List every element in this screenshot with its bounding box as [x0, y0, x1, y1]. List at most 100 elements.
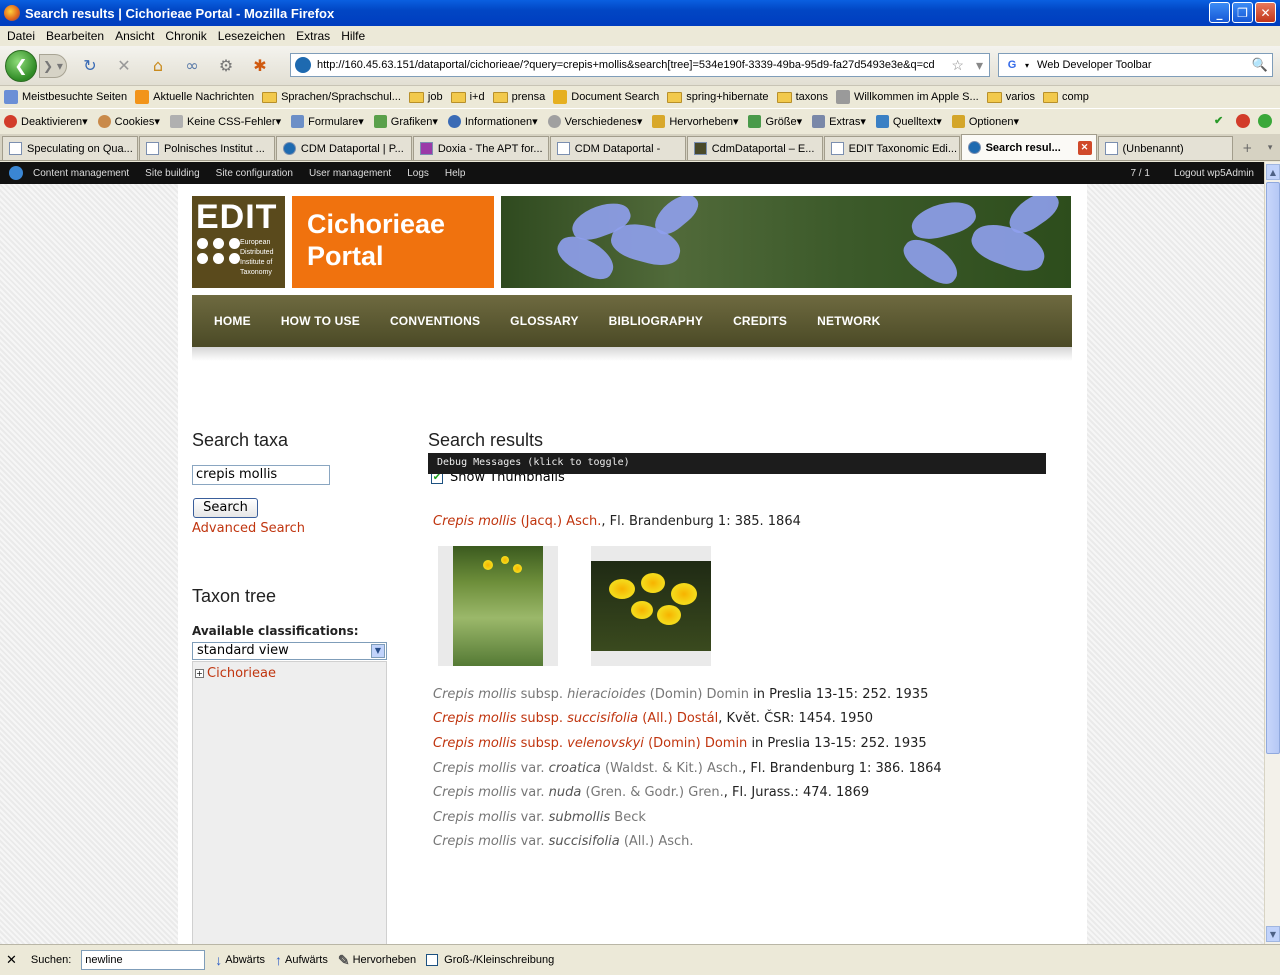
address-bar[interactable]: http://160.45.63.151/dataportal/cichorie…	[290, 53, 990, 77]
tab-7[interactable]: EDIT Taxonomic Edi...	[823, 136, 960, 160]
error-icon[interactable]	[1236, 114, 1250, 128]
bookmark-item[interactable]: Document Search	[553, 90, 659, 104]
google-icon[interactable]: G	[1003, 56, 1021, 74]
menu-ansicht[interactable]: Ansicht	[115, 29, 154, 43]
stop-icon[interactable]: ✕	[113, 55, 135, 77]
result-main-link[interactable]: Crepis mollis (Jacq.) Asch.	[433, 514, 601, 529]
gear-icon[interactable]: ⚙	[215, 55, 237, 77]
result-row[interactable]: Crepis mollis subsp. hieracioides (Domin…	[433, 687, 928, 702]
reload-icon[interactable]: ↻	[79, 55, 101, 77]
new-tab-icon[interactable]: +	[1234, 136, 1260, 160]
bookmark-star-icon[interactable]: ☆	[951, 57, 964, 74]
admin-site-building[interactable]: Site building	[145, 168, 199, 179]
tab-3[interactable]: CDM Dataportal | P...	[275, 136, 412, 160]
wd-images[interactable]: Grafiken▾	[373, 115, 438, 128]
nav-conventions[interactable]: CONVENTIONS	[390, 314, 480, 328]
match-case-checkbox[interactable]: Groß-/Kleinschreibung	[426, 954, 554, 966]
result-row[interactable]: Crepis mollis subsp. velenovskyi (Domin)…	[433, 736, 927, 751]
thumbnail-2[interactable]	[591, 546, 711, 666]
tab-1[interactable]: Speculating on Qua...	[2, 136, 138, 160]
admin-content-management[interactable]: Content management	[33, 168, 129, 179]
admin-site-configuration[interactable]: Site configuration	[216, 168, 293, 179]
result-row[interactable]: Crepis mollis var. succisifolia (All.) A…	[433, 834, 694, 849]
nav-credits[interactable]: CREDITS	[733, 314, 787, 328]
nav-bibliography[interactable]: BIBLIOGRAPHY	[609, 314, 703, 328]
nav-how-to-use[interactable]: HOW TO USE	[281, 314, 360, 328]
minimize-button[interactable]: _	[1209, 2, 1230, 23]
tab-9[interactable]: (Unbenannt)	[1097, 136, 1234, 160]
scroll-up-icon[interactable]: ▲	[1266, 164, 1280, 180]
advanced-search-link[interactable]: Advanced Search	[192, 521, 305, 536]
wd-options[interactable]: Optionen▾	[951, 115, 1019, 128]
page-scrollbar[interactable]: ▲ ▼	[1264, 162, 1280, 944]
find-next-button[interactable]: ↓ Abwärts	[215, 952, 265, 968]
chevron-down-icon[interactable]: ▼	[371, 644, 385, 658]
valid-check-icon[interactable]: ✔	[1214, 114, 1228, 128]
bookmark-item[interactable]: Willkommen im Apple S...	[835, 90, 979, 104]
maximize-button[interactable]: ❐	[1232, 2, 1253, 23]
thumbnail-1[interactable]	[438, 546, 558, 666]
back-button[interactable]: ❮	[5, 49, 37, 82]
site-title[interactable]: Cichorieae Portal	[292, 196, 494, 288]
bookmark-folder[interactable]: Sprachen/Sprachschul...	[262, 91, 401, 103]
wd-outline[interactable]: Hervorheben▾	[652, 115, 738, 128]
scroll-down-icon[interactable]: ▼	[1266, 926, 1280, 942]
logout-link[interactable]: Logout wp5Admin	[1174, 168, 1254, 179]
menu-extras[interactable]: Extras	[296, 29, 330, 43]
wd-tools[interactable]: Extras▾	[812, 115, 866, 128]
menu-datei[interactable]: Datei	[7, 29, 35, 43]
admin-help[interactable]: Help	[445, 168, 466, 179]
wd-forms[interactable]: Formulare▾	[291, 115, 364, 128]
menu-bearbeiten[interactable]: Bearbeiten	[46, 29, 104, 43]
ok-icon[interactable]	[1258, 114, 1272, 128]
result-row[interactable]: Crepis mollis var. croatica (Waldst. & K…	[433, 761, 942, 776]
search-box[interactable]: G ▾ Web Developer Toolbar 🔍	[998, 53, 1273, 77]
debug-messages-bar[interactable]: Debug Messages (klick to toggle)	[428, 453, 1046, 474]
tab-search-results[interactable]: Search resul... ✕	[960, 134, 1097, 160]
wd-resize[interactable]: Größe▾	[748, 115, 802, 128]
tab-2[interactable]: Polnisches Institut ...	[138, 136, 275, 160]
nav-network[interactable]: NETWORK	[817, 314, 880, 328]
forward-button[interactable]: ❯ ▾	[39, 53, 67, 78]
bookmark-folder[interactable]: varios	[986, 91, 1035, 103]
glasses-icon[interactable]: ∞	[181, 55, 203, 77]
find-input[interactable]	[81, 950, 206, 970]
search-button[interactable]: Search	[193, 498, 258, 518]
wd-misc[interactable]: Verschiedenes▾	[547, 115, 642, 128]
engine-dropdown-icon[interactable]: ▾	[1025, 61, 1029, 70]
close-tab-icon[interactable]: ✕	[1077, 140, 1092, 155]
drupal-icon[interactable]	[9, 166, 23, 180]
bookmark-folder[interactable]: comp	[1043, 91, 1089, 103]
taxa-search-input[interactable]: crepis mollis	[192, 465, 330, 485]
highlight-button[interactable]: ✎ Hervorheben	[338, 952, 416, 969]
scrollbar-thumb[interactable]	[1266, 182, 1280, 754]
search-box-text[interactable]: Web Developer Toolbar	[1037, 59, 1252, 71]
search-icon[interactable]: 🔍	[1252, 57, 1268, 73]
bookmark-folder[interactable]: i+d	[450, 91, 485, 103]
bookmark-folder[interactable]: taxons	[776, 91, 828, 103]
bookmark-folder[interactable]: spring+hibernate	[667, 91, 769, 103]
find-previous-button[interactable]: ↑ Aufwärts	[275, 952, 328, 968]
tab-4[interactable]: Doxia - The APT for...	[412, 136, 549, 160]
firebug-icon[interactable]: ✱	[249, 55, 271, 77]
menu-lesezeichen[interactable]: Lesezeichen	[218, 29, 285, 43]
nav-home[interactable]: HOME	[214, 314, 251, 328]
menu-hilfe[interactable]: Hilfe	[341, 29, 365, 43]
result-row[interactable]: Crepis mollis var. nuda (Gren. & Godr.) …	[433, 785, 869, 800]
admin-user-management[interactable]: User management	[309, 168, 391, 179]
menu-chronik[interactable]: Chronik	[165, 29, 206, 43]
wd-css[interactable]: Keine CSS-Fehler▾	[169, 115, 281, 128]
bookmark-item[interactable]: Meistbesuchte Seiten	[4, 90, 127, 104]
bookmark-folder[interactable]: prensa	[492, 91, 545, 103]
home-icon[interactable]: ⌂	[147, 55, 169, 77]
admin-logs[interactable]: Logs	[407, 168, 429, 179]
classification-select[interactable]: standard view ▼	[192, 642, 387, 660]
tab-6[interactable]: CdmDataportal – E...	[686, 136, 823, 160]
result-row[interactable]: Crepis mollis var. submollis Beck	[433, 810, 646, 825]
close-window-button[interactable]: ✕	[1255, 2, 1276, 23]
bookmark-item[interactable]: Aktuelle Nachrichten	[135, 90, 254, 104]
url-text[interactable]: http://160.45.63.151/dataportal/cichorie…	[317, 59, 945, 71]
nav-glossary[interactable]: GLOSSARY	[510, 314, 579, 328]
tab-5[interactable]: CDM Dataportal -	[549, 136, 686, 160]
close-find-icon[interactable]: ✕	[6, 952, 17, 968]
